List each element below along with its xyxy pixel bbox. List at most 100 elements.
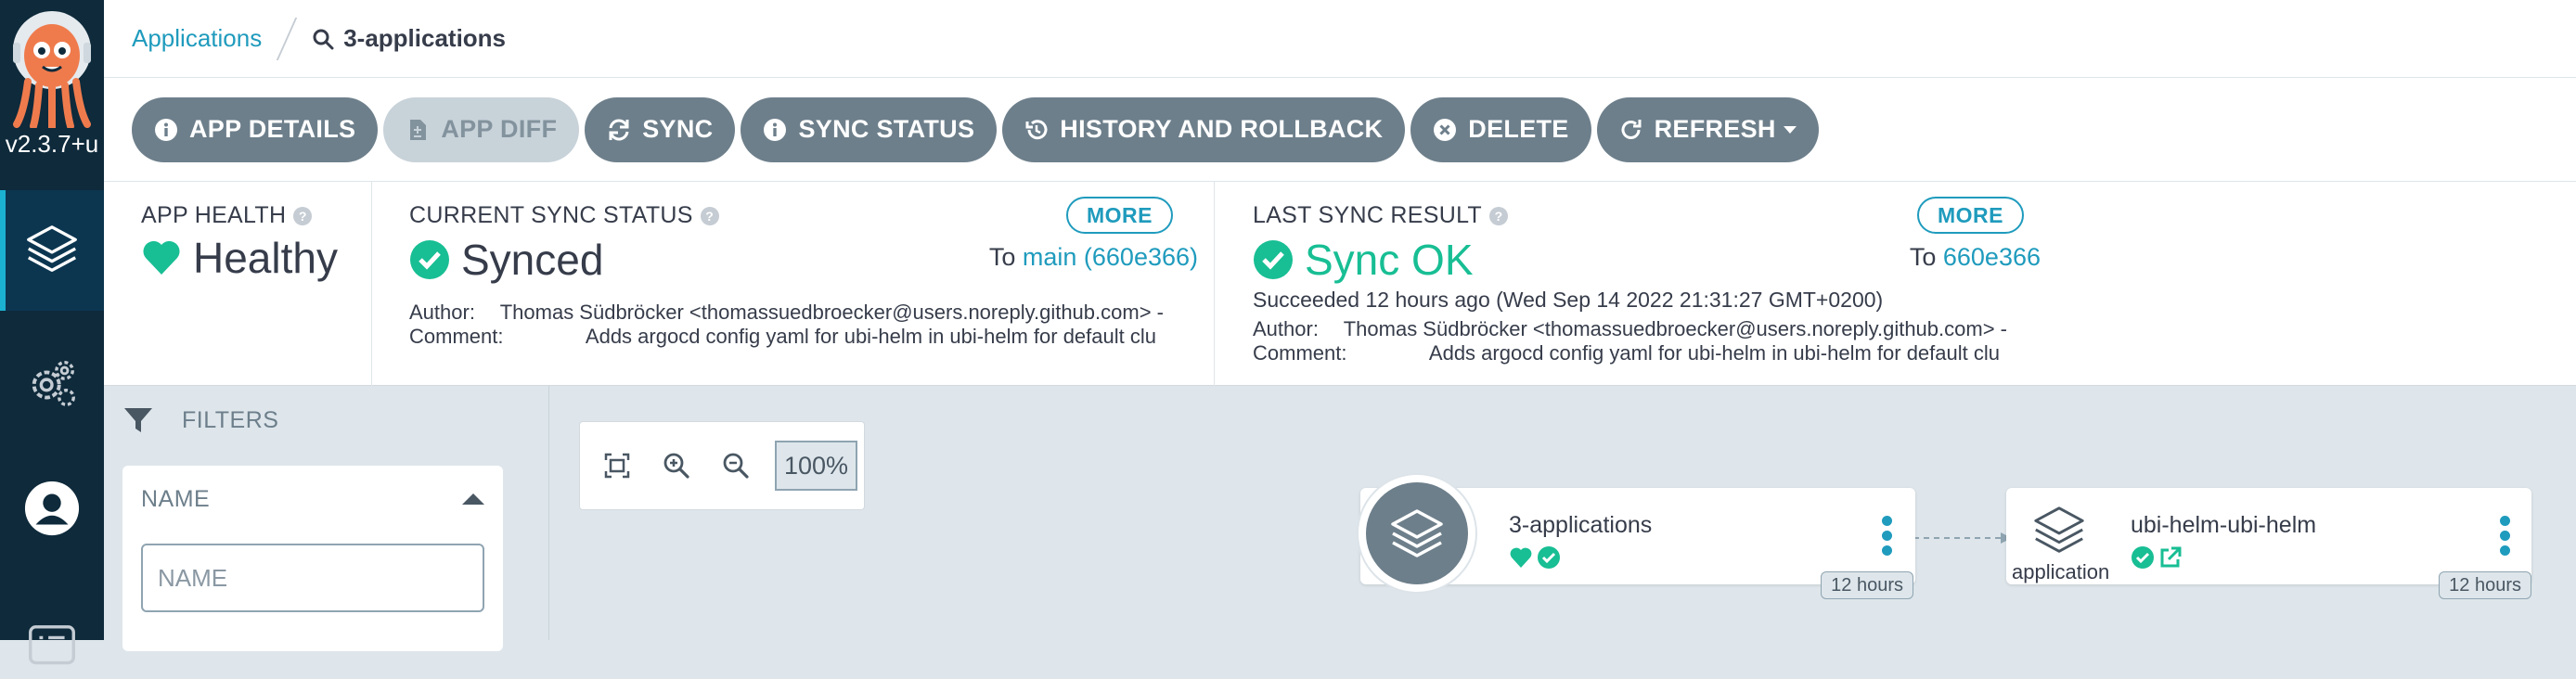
help-icon[interactable]: ? (700, 206, 719, 225)
sidebar-item-applications[interactable] (0, 190, 104, 311)
current-sync-more-button[interactable]: MORE (1066, 197, 1173, 234)
breadcrumb-current-label: 3-applications (343, 24, 507, 52)
refresh-button[interactable]: REFRESH (1596, 96, 1819, 162)
last-sync-section: LAST SYNC RESULT ? Sync OK MORE To 660e3… (1253, 182, 2043, 386)
divider (371, 182, 372, 386)
user-icon (24, 480, 80, 536)
app-icon-circle (1359, 475, 1475, 592)
app-health-value: Healthy (193, 234, 338, 282)
breadcrumb-separator (276, 17, 298, 60)
filter-icon (124, 408, 152, 432)
app-details-button[interactable]: APP DETAILS (132, 96, 379, 162)
history-and-rollback-button[interactable]: HISTORY AND ROLLBACK (1002, 96, 1406, 162)
node-name: ubi-helm-ubi-helm (2131, 512, 2317, 538)
info-icon (764, 118, 787, 141)
last-sync-revision-link[interactable]: 660e366 (1943, 243, 2041, 271)
last-sync-comment: Comment: Adds argocd config yaml for ubi… (1253, 341, 2000, 365)
last-sync-value: Sync OK (1305, 236, 1474, 284)
current-sync-comment: Comment: Adds argocd config yaml for ubi… (409, 325, 1156, 348)
sync-icon (609, 119, 629, 140)
last-sync-author: Author: Thomas Südbröcker <thomassuedbro… (1253, 317, 2007, 340)
app-diff-label: APP DIFF (441, 115, 558, 143)
layers-icon (27, 225, 77, 273)
current-sync-target: To main (660e366) (988, 243, 1198, 271)
last-sync-succeeded: Succeeded 12 hours ago (Wed Sep 14 2022 … (1253, 288, 1884, 312)
name-filter-title: NAME (141, 486, 211, 512)
check-circle-icon (1254, 240, 1293, 279)
heart-icon (1510, 547, 1532, 568)
sync-label: SYNC (642, 115, 714, 143)
sidebar-item-user-info[interactable] (0, 448, 104, 569)
node-age-badge: 12 hours (1821, 571, 1913, 599)
filters-title: FILTERS (182, 406, 279, 433)
breadcrumb: Applications 3-applications (104, 0, 2576, 78)
fit-screen-icon (604, 453, 630, 479)
name-filter-input[interactable] (141, 544, 484, 612)
sync-status-button[interactable]: SYNC STATUS (741, 96, 998, 162)
filters-panel: FILTERS NAME (104, 386, 549, 651)
check-circle-icon (410, 240, 449, 279)
collapse-caret-icon[interactable] (462, 493, 484, 505)
history-label: HISTORY AND ROLLBACK (1060, 115, 1384, 143)
version-label: v2.3.7+u (5, 130, 99, 158)
app-toolbar: APP DETAILS APP DIFF SYNC SYNC STATUS HI… (104, 78, 2576, 182)
name-filter-card: NAME (122, 466, 503, 651)
sidebar-nav: v2.3.7+u (0, 0, 104, 665)
status-panel: APP HEALTH ? Healthy CURRENT SYNC STATUS… (104, 182, 2576, 386)
fit-to-screen-button[interactable] (597, 445, 638, 486)
zoom-controls: 100% (579, 421, 865, 510)
sync-button[interactable]: SYNC (585, 96, 736, 162)
node-menu-kebab-icon[interactable] (2500, 516, 2511, 556)
file-diff-icon (410, 119, 427, 140)
delete-label: DELETE (1468, 115, 1569, 143)
last-sync-more-button[interactable]: MORE (1917, 197, 2024, 234)
current-sync-author: Author: Thomas Südbröcker <thomassuedbro… (409, 301, 1164, 324)
current-sync-value: Synced (461, 236, 604, 284)
sync-status-label: SYNC STATUS (798, 115, 975, 143)
delete-button[interactable]: DELETE (1410, 96, 1591, 162)
gears-icon (32, 361, 75, 406)
current-sync-section: CURRENT SYNC STATUS ? Synced MORE To mai… (409, 182, 1198, 386)
zoom-out-icon (723, 453, 749, 479)
docs-icon (29, 625, 75, 665)
sidebar-item-documentation[interactable] (0, 584, 104, 665)
zoom-in-button[interactable] (656, 445, 697, 486)
history-icon (1025, 119, 1048, 139)
layers-icon (1391, 509, 1443, 557)
breadcrumb-current: 3-applications (312, 24, 506, 53)
divider (1214, 182, 1215, 386)
app-diff-button[interactable]: APP DIFF (383, 96, 580, 162)
info-icon (155, 118, 177, 141)
current-sync-revision-link[interactable]: main (660e366) (1023, 243, 1198, 271)
sidebar-item-settings[interactable] (0, 323, 104, 443)
resource-tree-graph: 100% 3-applications 12 hours application… (549, 386, 2576, 640)
node-status-icons (2131, 545, 2183, 570)
edge-connector (1913, 532, 2012, 544)
redo-icon (1621, 119, 1642, 139)
app-details-label: APP DETAILS (189, 115, 356, 143)
zoom-out-button[interactable] (715, 445, 756, 486)
argo-logo-icon[interactable] (7, 9, 97, 132)
filters-header[interactable]: FILTERS (122, 404, 278, 436)
check-circle-icon (1538, 546, 1560, 569)
refresh-label: REFRESH (1654, 115, 1776, 143)
search-icon (313, 29, 334, 49)
layers-icon (2034, 506, 2084, 553)
caret-down-icon[interactable] (1783, 125, 1797, 134)
node-kind-label: application (2012, 560, 2110, 583)
help-icon[interactable]: ? (293, 206, 313, 225)
node-status-icons (1509, 545, 1561, 570)
help-icon[interactable]: ? (1489, 206, 1508, 225)
node-menu-kebab-icon[interactable] (1882, 516, 1893, 556)
heart-icon (143, 240, 180, 275)
application-node[interactable]: application ubi-helm-ubi-helm 12 hours (2006, 488, 2531, 599)
external-link-icon[interactable] (2158, 545, 2183, 570)
node-age-badge: 12 hours (2439, 571, 2531, 599)
check-circle-icon (2132, 546, 2154, 569)
node-name: 3-applications (1509, 512, 1653, 538)
times-circle-icon (1434, 118, 1457, 141)
last-sync-target: To 660e366 (1909, 243, 2041, 271)
breadcrumb-applications-link[interactable]: Applications (132, 24, 262, 53)
zoom-in-icon (663, 453, 689, 479)
zoom-level-display[interactable]: 100% (775, 441, 858, 491)
